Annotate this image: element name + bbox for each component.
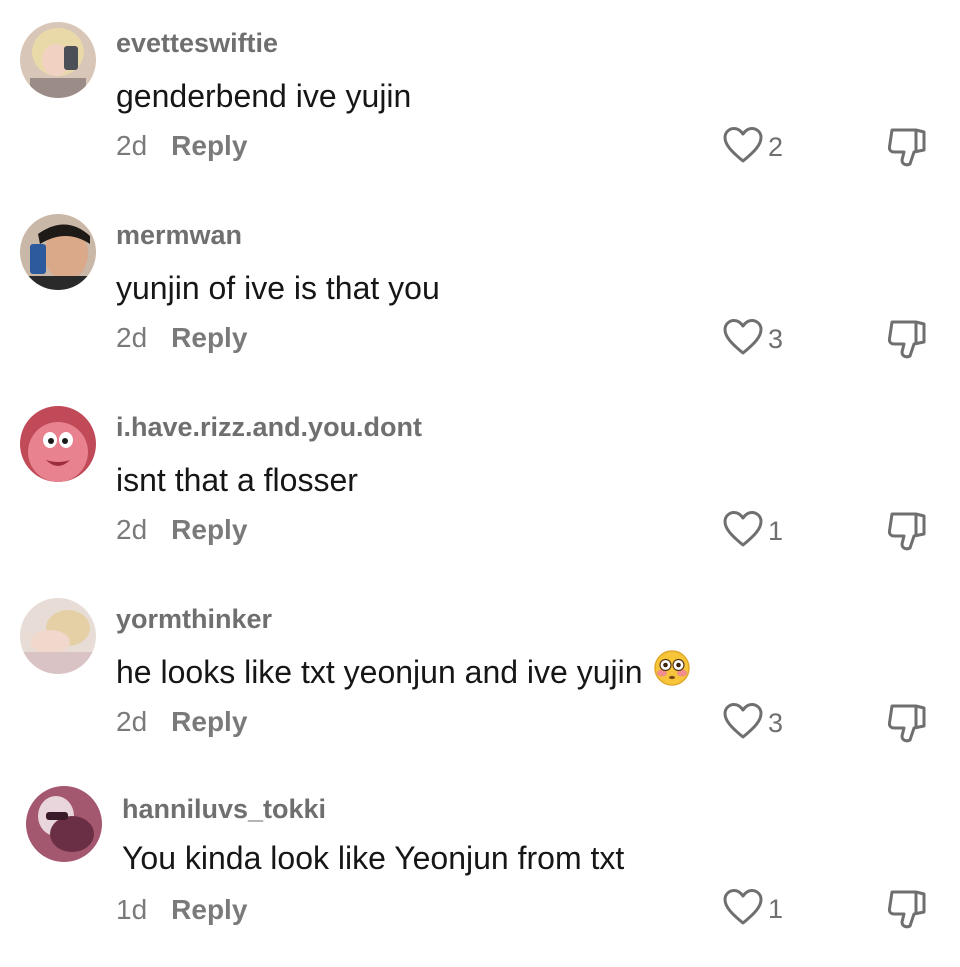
comment-meta: 2d Reply [116, 130, 247, 162]
avatar[interactable] [20, 598, 96, 674]
thumbs-down-icon[interactable] [886, 126, 932, 168]
thumbs-down-icon[interactable] [886, 702, 932, 744]
comment-time: 1d [116, 894, 148, 925]
thumbs-down-icon[interactable] [886, 888, 932, 930]
comment-text: isnt that a flosser [116, 462, 358, 498]
comment-time: 2d [116, 706, 148, 737]
heart-outline-icon [722, 888, 764, 931]
comment-text: You kinda look like Yeonjun from txt [122, 840, 625, 876]
heart-outline-icon [722, 318, 764, 361]
comment-text: genderbend ive yujin [116, 78, 412, 114]
comment-username[interactable]: evetteswiftie [116, 28, 278, 59]
like-button[interactable]: 3 [722, 702, 783, 745]
comment-item: evetteswiftie genderbend ive yujin 2d Re… [0, 0, 960, 192]
avatar[interactable] [20, 214, 96, 290]
reply-button[interactable]: Reply [171, 514, 247, 546]
comment-text: he looks like txt yeonjun and ive yujin [116, 649, 691, 695]
comment-meta: 1d Reply [116, 894, 247, 926]
flushed-face-emoji [653, 649, 691, 695]
comment-time: 2d [116, 322, 148, 353]
like-button[interactable]: 1 [722, 888, 783, 931]
comment-text-content: he looks like txt yeonjun and ive yujin [116, 654, 643, 690]
comment-item: hanniluvs_tokki You kinda look like Yeon… [0, 768, 960, 960]
reply-button[interactable]: Reply [171, 322, 247, 354]
heart-outline-icon [722, 702, 764, 745]
reply-button[interactable]: Reply [171, 130, 247, 162]
avatar[interactable] [20, 22, 96, 98]
like-count: 1 [768, 894, 784, 924]
like-count: 1 [768, 516, 784, 546]
like-button[interactable]: 3 [722, 318, 783, 361]
heart-outline-icon [722, 126, 764, 169]
like-count: 2 [768, 132, 784, 162]
thumbs-down-icon[interactable] [886, 510, 932, 552]
comment-username[interactable]: hanniluvs_tokki [122, 794, 326, 825]
like-count: 3 [768, 324, 784, 354]
comment-time: 2d [116, 130, 148, 161]
comment-username[interactable]: i.have.rizz.and.you.dont [116, 412, 422, 443]
comment-item: mermwan yunjin of ive is that you 2d Rep… [0, 192, 960, 384]
comment-meta: 2d Reply [116, 322, 247, 354]
like-button[interactable]: 1 [722, 510, 783, 553]
reply-button[interactable]: Reply [171, 706, 247, 738]
comment-time: 2d [116, 514, 148, 545]
comment-meta: 2d Reply [116, 706, 247, 738]
like-count: 3 [768, 708, 784, 738]
comment-item: yormthinker he looks like txt yeonjun an… [0, 576, 960, 768]
avatar[interactable] [20, 406, 96, 482]
comment-text: yunjin of ive is that you [116, 270, 440, 306]
like-button[interactable]: 2 [722, 126, 783, 169]
heart-outline-icon [722, 510, 764, 553]
comment-username[interactable]: mermwan [116, 220, 242, 251]
avatar[interactable] [26, 786, 102, 862]
comment-item: i.have.rizz.and.you.dont isnt that a flo… [0, 384, 960, 576]
reply-button[interactable]: Reply [171, 894, 247, 926]
thumbs-down-icon[interactable] [886, 318, 932, 360]
comment-username[interactable]: yormthinker [116, 604, 272, 635]
comment-meta: 2d Reply [116, 514, 247, 546]
